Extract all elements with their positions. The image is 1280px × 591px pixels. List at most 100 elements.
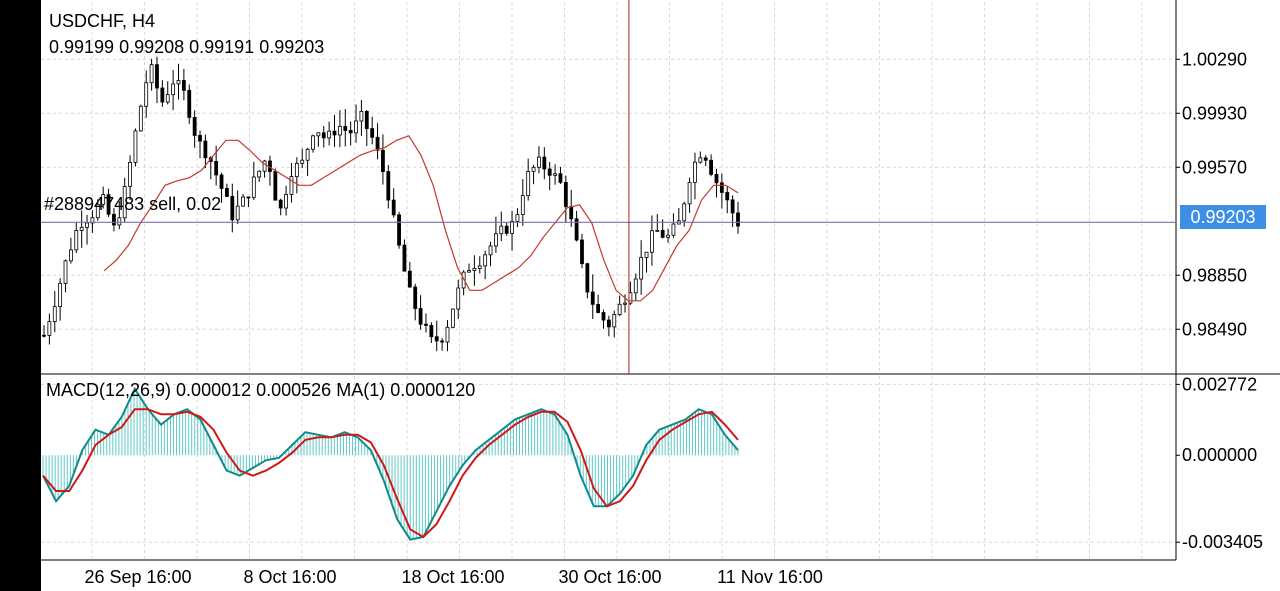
candle-body: [117, 217, 122, 226]
macd-tick-label: 0.000000: [1182, 445, 1257, 465]
candle-body: [714, 174, 719, 184]
candle-body: [666, 234, 670, 238]
candle-body: [225, 188, 229, 197]
candle-body: [730, 199, 735, 214]
candle-body: [515, 214, 520, 222]
candle-body: [639, 257, 644, 280]
candle-body: [687, 181, 692, 205]
candle-body: [472, 267, 477, 271]
macd-header: MACD(12,26,9) 0.000012 0.000526 MA(1) 0.…: [46, 380, 476, 400]
macd-tick-label: 0.002772: [1182, 374, 1257, 394]
candle-body: [682, 203, 687, 222]
candle-body: [450, 308, 455, 328]
candle-body: [623, 302, 627, 305]
candle-body: [418, 308, 423, 325]
candle-body: [483, 254, 488, 267]
candle-body: [612, 314, 617, 328]
candle-body: [709, 159, 714, 175]
candle-body: [725, 192, 730, 201]
candle-body: [719, 182, 724, 193]
candle-body: [477, 265, 482, 269]
order-line-label[interactable]: #288947483 sell, 0.02: [44, 194, 221, 215]
candle-body: [429, 324, 434, 338]
candle-body: [601, 312, 606, 321]
time-tick-label: 18 Oct 16:00: [401, 567, 504, 587]
candle-body: [547, 168, 552, 176]
candle-body: [52, 306, 57, 322]
candle-body: [440, 340, 445, 343]
candle-body: [128, 162, 132, 187]
candle-body: [671, 223, 676, 236]
candle-body: [42, 334, 46, 337]
candle-body: [531, 166, 536, 172]
candle-body: [703, 157, 708, 161]
candle-body: [445, 326, 450, 343]
price-tick-label: 0.99930: [1182, 103, 1247, 123]
candle-body: [563, 181, 568, 207]
candle-body: [655, 229, 660, 232]
candle-body: [235, 205, 240, 221]
candle-body: [241, 196, 245, 207]
macd-main-line: [42, 386, 739, 541]
candle-body: [262, 160, 267, 172]
candle-body: [300, 159, 305, 164]
candle-body: [176, 80, 181, 85]
candle-body: [644, 251, 649, 258]
candle-body: [537, 156, 541, 168]
chart-svg[interactable]: 1.00290 0.99930 0.99570 0.98850 0.98490 0.002…: [0, 0, 1280, 591]
candle-body: [246, 196, 251, 199]
candle-body: [316, 132, 321, 137]
candle-body: [617, 303, 622, 315]
candle-body: [590, 291, 595, 305]
candle-body: [391, 199, 396, 216]
candle-body: [558, 173, 563, 183]
candle-body: [585, 263, 590, 293]
candle-body: [63, 260, 68, 284]
candle-body: [149, 64, 154, 84]
candle-body: [327, 130, 332, 139]
candle-body: [693, 161, 697, 183]
candle-body: [85, 222, 89, 228]
candle-body: [321, 132, 326, 139]
candle-body: [606, 319, 611, 328]
candle-body: [79, 226, 84, 231]
candle-body: [192, 117, 197, 136]
candle-body: [198, 135, 202, 142]
candle-body: [510, 220, 514, 234]
candle-body: [348, 130, 353, 134]
candle-body: [278, 199, 283, 209]
candle-body: [660, 229, 665, 238]
candle-body: [407, 270, 412, 288]
candle-body: [542, 156, 547, 170]
candle-body: [456, 287, 461, 310]
candle-body: [251, 176, 256, 198]
candle-body: [138, 105, 143, 132]
candle-body: [214, 161, 219, 176]
candle-body: [354, 120, 358, 134]
candle-body: [434, 336, 439, 342]
candle-body: [74, 229, 79, 251]
time-tick-label: 30 Oct 16:00: [558, 567, 661, 587]
candle-body: [171, 83, 176, 96]
candle-body: [553, 173, 557, 176]
candle-body: [332, 130, 337, 136]
candle-body: [337, 126, 342, 136]
price-tick-label: 0.99570: [1182, 157, 1247, 177]
candle-body: [526, 171, 531, 197]
candle-body: [488, 245, 493, 256]
candle-body: [305, 148, 310, 161]
candle-body: [386, 171, 391, 201]
candle-body: [155, 64, 159, 89]
ohlc-values: 0.99199 0.99208 0.99191 0.99203: [49, 37, 325, 57]
candle-body: [219, 174, 224, 189]
candle-body: [370, 128, 375, 138]
candle-body: [402, 244, 407, 272]
candle-body: [144, 82, 149, 107]
candle-body: [650, 230, 654, 253]
macd-tick-label: -0.003405: [1182, 532, 1263, 552]
time-tick-label: 11 Nov 16:00: [717, 567, 823, 587]
candle-body: [165, 94, 170, 103]
candle-body: [187, 89, 192, 118]
price-tick-label: 0.98850: [1182, 265, 1247, 285]
candle-body: [413, 286, 418, 309]
